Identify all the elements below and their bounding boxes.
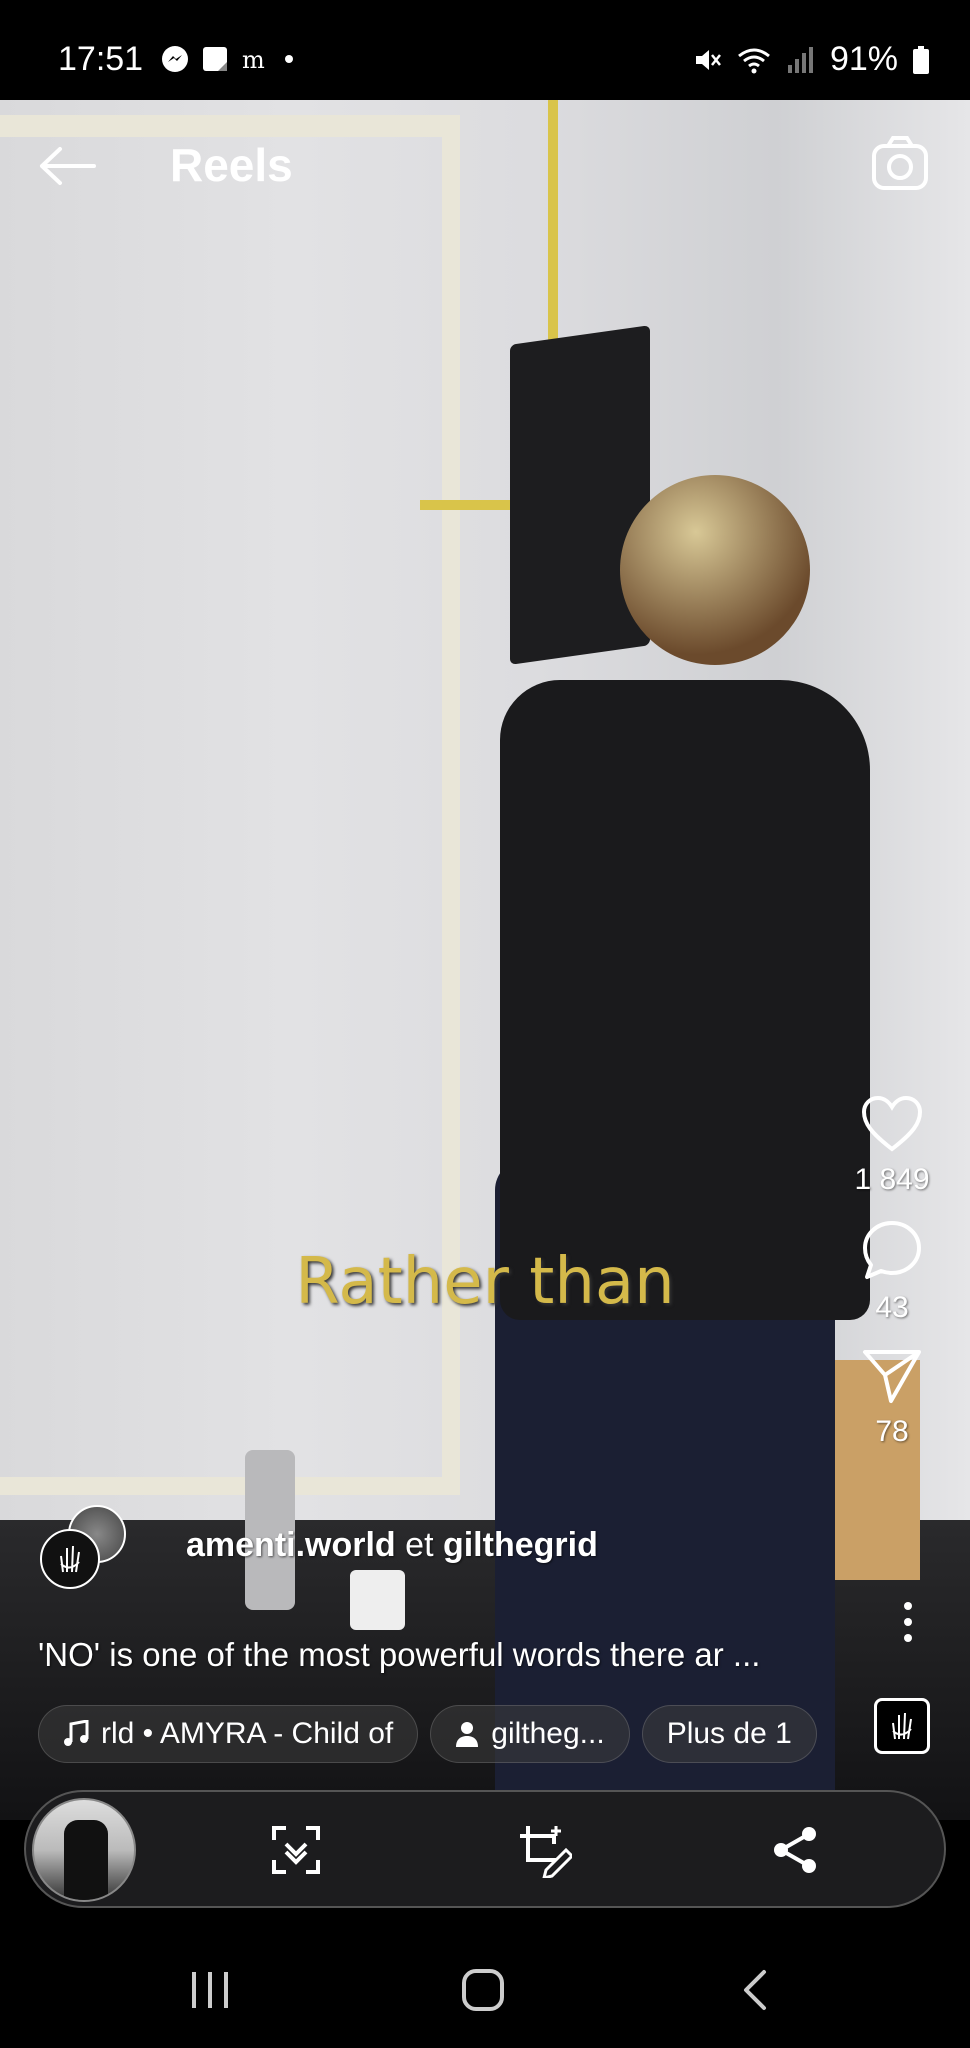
recents-icon[interactable] [188, 1970, 232, 2010]
share-screenshot-button[interactable] [766, 1820, 826, 1880]
scan-icon[interactable] [270, 1824, 322, 1876]
more-chip[interactable]: Plus de 1 [641, 1705, 817, 1763]
chips-row: rld • AMYRA - Child of giltheg... Plus d… [38, 1705, 817, 1763]
action-column: 1 849 43 78 [842, 1095, 942, 1471]
top-bar: Reels [0, 130, 970, 210]
news-icon: m [242, 46, 265, 74]
reel-description[interactable]: 'NO' is one of the most powerful words t… [38, 1636, 838, 1674]
author-names[interactable]: amenti.world et gilthegrid [186, 1526, 598, 1565]
status-right: 91% [692, 40, 930, 79]
battery-icon [913, 45, 929, 74]
comment-action[interactable]: 43 [861, 1219, 923, 1325]
video-caption-overlay: Rather than [295, 1245, 675, 1319]
dot-icon [285, 55, 293, 63]
page-title: Reels [170, 139, 293, 191]
scan-button[interactable] [266, 1820, 326, 1880]
like-count: 1 849 [854, 1163, 930, 1196]
send-icon[interactable] [861, 1347, 923, 1405]
edit-button[interactable] [514, 1820, 574, 1880]
notification-icons: m [160, 44, 296, 74]
share-icon[interactable] [771, 1825, 821, 1875]
nav-back-icon[interactable] [740, 1968, 770, 2012]
camera-icon[interactable] [870, 134, 930, 194]
audio-chip[interactable]: rld • AMYRA - Child of [38, 1705, 419, 1763]
person-icon [456, 1722, 479, 1747]
screenshot-thumbnail[interactable] [32, 1798, 136, 1902]
edit-crop-icon[interactable] [516, 1822, 572, 1878]
hand-logo-icon [892, 1712, 912, 1740]
author-row[interactable]: amenti.world et gilthegrid [40, 1505, 598, 1589]
author-secondary-name[interactable]: gilthegrid [443, 1526, 598, 1564]
note-icon [203, 47, 227, 71]
signal-icon [787, 46, 813, 73]
system-navigation-bar [0, 1920, 970, 2048]
screenshot-toolbar [24, 1790, 946, 1908]
author-connector: et [405, 1525, 434, 1564]
recents-button[interactable] [180, 1960, 240, 2020]
svg-text:m: m [242, 46, 265, 74]
heart-icon[interactable] [861, 1095, 923, 1153]
back-arrow-icon[interactable] [38, 146, 98, 186]
wall-speaker [510, 325, 650, 665]
more-vertical-icon[interactable] [901, 1600, 915, 1644]
author-primary-name[interactable]: amenti.world [186, 1526, 396, 1564]
share-action[interactable]: 78 [861, 1347, 923, 1449]
wifi-icon [738, 48, 770, 73]
music-note-icon [64, 1720, 89, 1746]
avatar-primary[interactable] [40, 1529, 100, 1589]
home-icon[interactable] [460, 1967, 506, 2013]
mute-icon [695, 49, 721, 70]
hand-logo-icon [60, 1545, 80, 1573]
comment-icon[interactable] [861, 1219, 923, 1281]
tagged-user-chip[interactable]: giltheg... [430, 1705, 630, 1763]
share-count: 78 [875, 1415, 909, 1448]
tagged-user-label: giltheg... [491, 1717, 605, 1750]
person-head [620, 475, 810, 665]
battery-percent: 91% [829, 40, 898, 78]
comment-count: 43 [875, 1291, 909, 1324]
author-avatars[interactable] [40, 1505, 140, 1589]
home-button[interactable] [453, 1960, 513, 2020]
like-action[interactable]: 1 849 [854, 1095, 930, 1197]
status-time: 17:51 [58, 40, 144, 78]
status-bar: 17:51 m 91% [0, 0, 970, 100]
audio-chip-label: rld • AMYRA - Child of [101, 1717, 394, 1750]
nav-back-button[interactable] [725, 1960, 785, 2020]
messenger-icon [162, 46, 188, 72]
audio-thumbnail[interactable] [874, 1698, 930, 1754]
more-chip-label: Plus de 1 [666, 1717, 792, 1750]
person-body [500, 680, 870, 1320]
